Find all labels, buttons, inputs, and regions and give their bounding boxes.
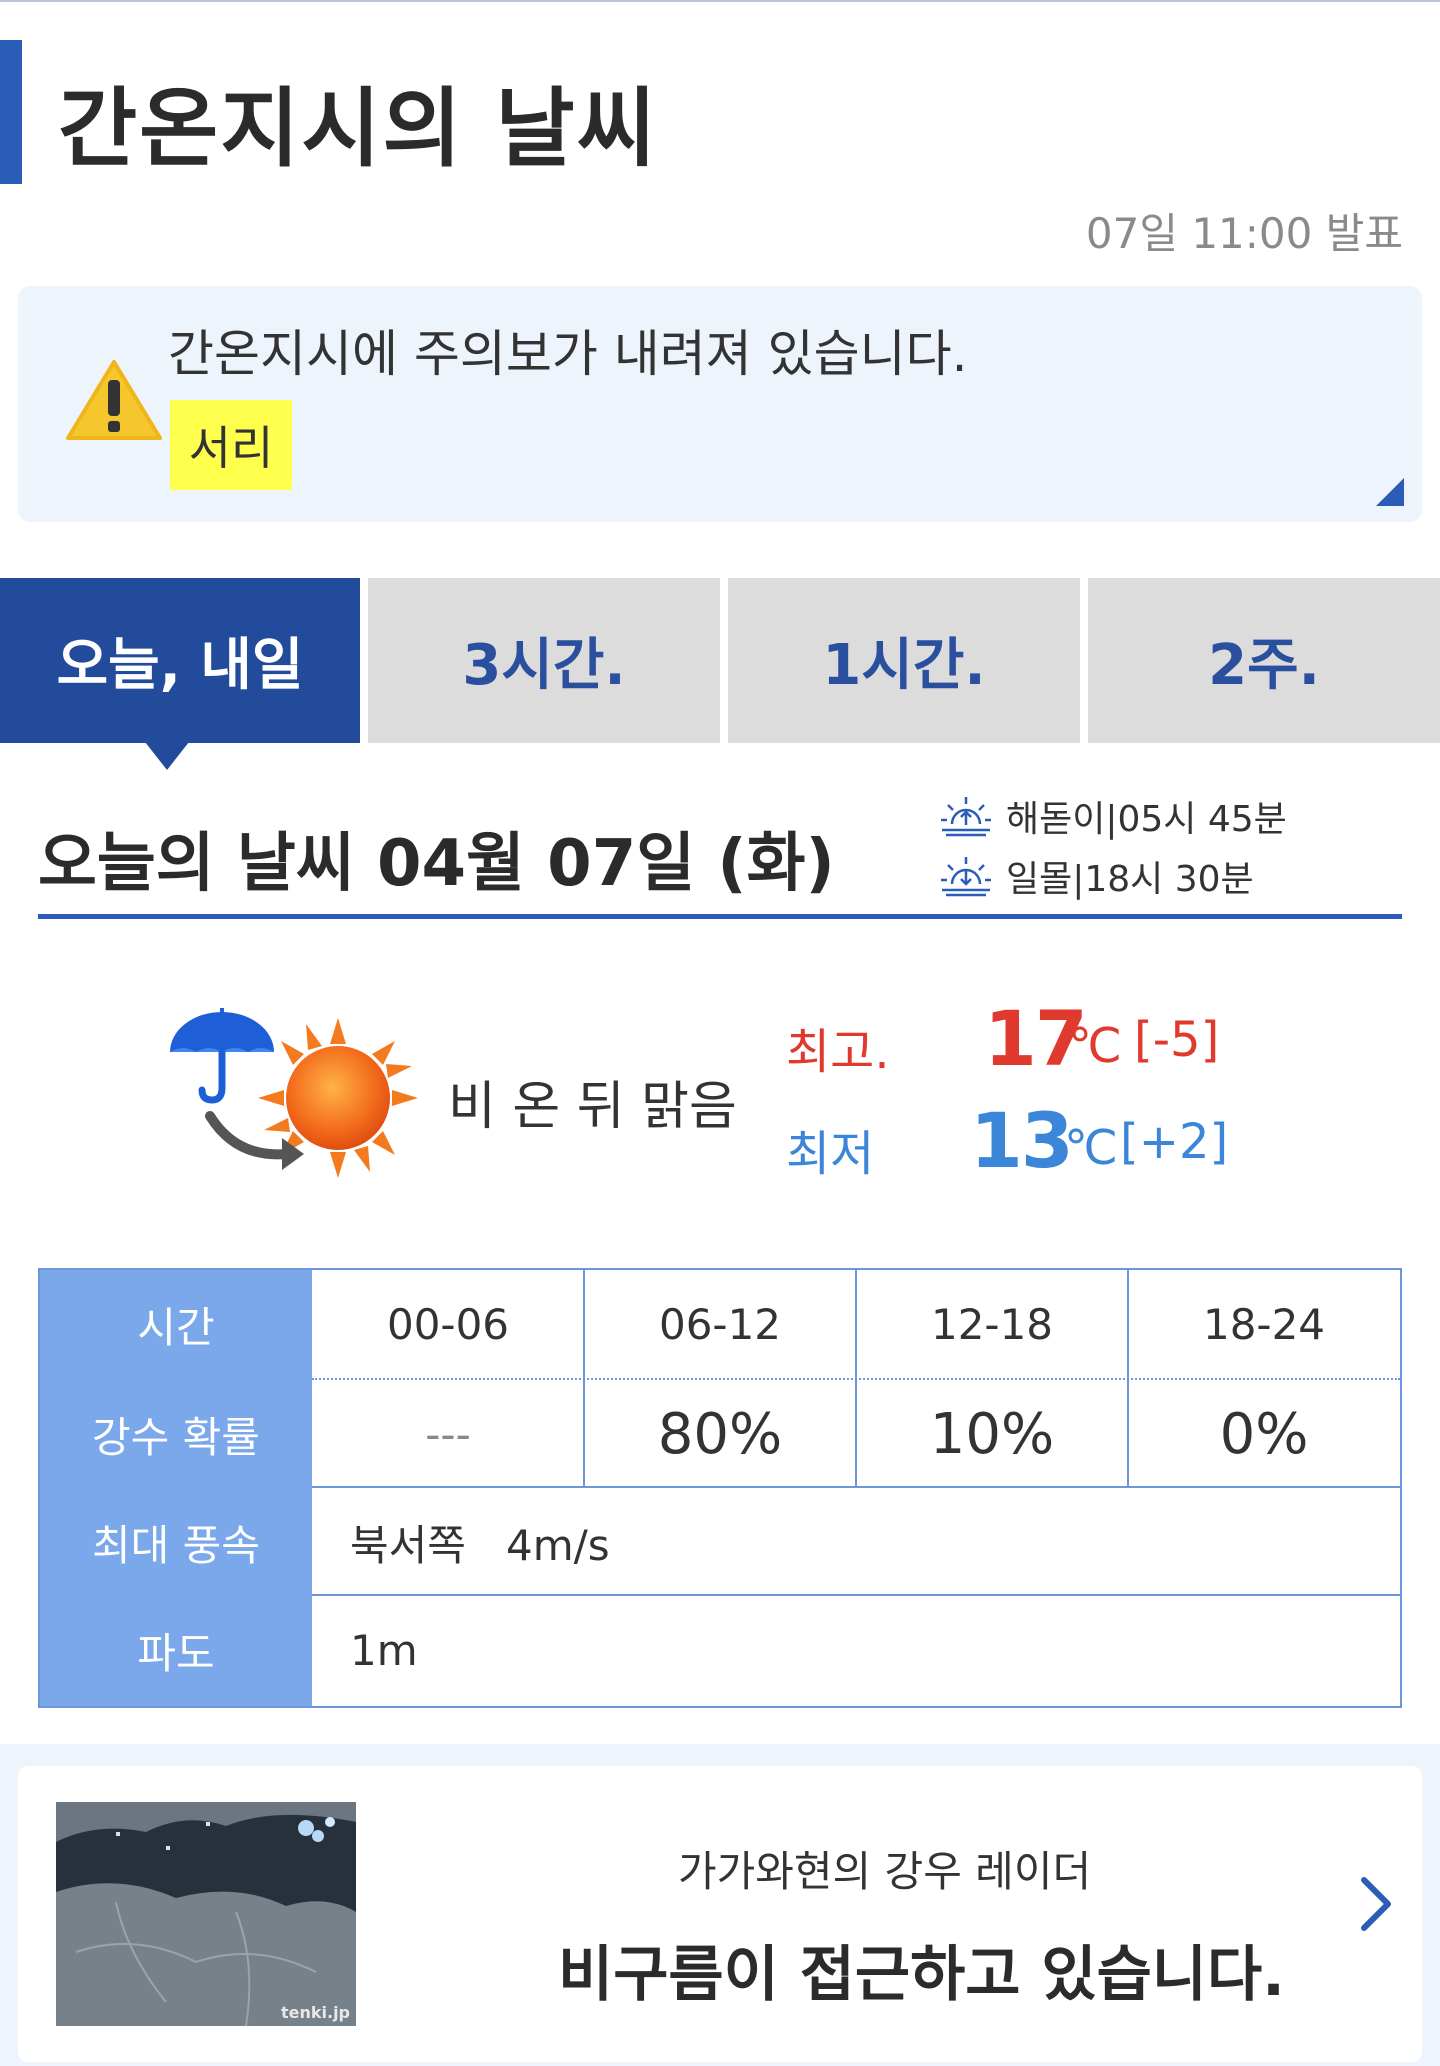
active-tab-pointer <box>145 742 189 770</box>
high-temp-diff: [-5] <box>1134 1012 1220 1068</box>
row-divider <box>312 1594 1400 1596</box>
rain-then-sunny-icon <box>170 1008 418 1178</box>
precip-cell: --- <box>425 1409 471 1459</box>
sunset-text: 일몰|18시 30분 <box>1006 859 1254 900</box>
header-wind: 최대 풍속 <box>92 1520 260 1570</box>
header-time: 시간 <box>137 1302 215 1352</box>
high-temp-unit: ℃ <box>1068 1018 1122 1074</box>
sunrise-text: 해돋이|05시 45분 <box>1006 799 1287 840</box>
weather-description: 비 온 뒤 맑음 <box>448 1077 737 1137</box>
forecast-tabs: 오늘, 내일 3시간. 1시간. 2주. <box>0 578 1440 743</box>
tab-2-week[interactable]: 2주. <box>1088 578 1440 743</box>
radar-card[interactable]: tenki.jp 가가와현의 강우 레이더 비구름이 접근하고 있습니다. <box>18 1766 1422 2062</box>
table-header-column: 시간 강수 확률 최대 풍속 파도 <box>40 1270 312 1706</box>
sunset-icon <box>941 857 991 897</box>
chevron-right-icon[interactable] <box>1356 1874 1396 1934</box>
precip-cell: 80% <box>657 1401 783 1467</box>
time-cell: 12-18 <box>930 1299 1054 1349</box>
col-divider <box>583 1270 585 1486</box>
low-temp-unit: ℃ <box>1064 1120 1118 1176</box>
col-divider <box>855 1270 857 1486</box>
low-temp-diff: [+2] <box>1120 1114 1229 1170</box>
radar-map-thumbnail: tenki.jp <box>56 1802 356 2026</box>
radar-message: 비구름이 접근하고 있습니다. <box>558 1940 1285 2010</box>
row-divider <box>312 1486 1400 1488</box>
radar-subtitle: 가가와현의 강우 레이더 <box>678 1847 1092 1896</box>
forecast-table: 시간 강수 확률 최대 풍속 파도 00-06 06-12 12-18 18-2… <box>38 1268 1402 1708</box>
sunrise-icon <box>941 797 991 837</box>
heading-underline <box>38 914 1402 919</box>
sunset-row: 일몰|18시 30분 <box>940 850 1254 902</box>
tab-3-hour[interactable]: 3시간. <box>368 578 720 743</box>
announce-time: 07일 11:00 발표 <box>1085 209 1403 258</box>
title-accent-bar <box>0 40 22 184</box>
tab-today-tomorrow[interactable]: 오늘, 내일 <box>0 578 360 743</box>
low-temp-value: 13 <box>970 1096 1074 1185</box>
tab-1-hour[interactable]: 1시간. <box>728 578 1080 743</box>
time-cell: 18-24 <box>1202 1299 1326 1349</box>
page-title: 간온지시의 날씨 <box>58 79 658 179</box>
radar-map-image <box>56 1802 356 2026</box>
high-temp-label: 최고. <box>786 1024 890 1080</box>
tenki-watermark: tenki.jp <box>280 2003 350 2022</box>
wind-cell: 북서쪽 4m/s <box>350 1520 610 1570</box>
warning-icon <box>66 360 162 440</box>
time-cell: 00-06 <box>386 1299 510 1349</box>
today-heading: 오늘의 날씨 04월 07일 (화) <box>38 827 835 901</box>
top-divider <box>0 0 1440 2</box>
header-precip: 강수 확률 <box>92 1412 260 1462</box>
expand-corner-icon[interactable] <box>1376 478 1404 506</box>
warning-badge-frost: 서리 <box>170 400 292 490</box>
warning-message: 간온지시에 주의보가 내려져 있습니다. <box>168 325 968 383</box>
precip-cell: 10% <box>929 1401 1055 1467</box>
warning-panel[interactable]: 간온지시에 주의보가 내려져 있습니다. 서리 <box>18 286 1422 522</box>
header-wave: 파도 <box>137 1628 215 1678</box>
sunrise-row: 해돋이|05시 45분 <box>940 790 1287 842</box>
low-temp-label: 최저 <box>786 1126 875 1182</box>
col-divider <box>1127 1270 1129 1486</box>
wave-cell: 1m <box>350 1625 418 1675</box>
time-cell: 06-12 <box>658 1299 782 1349</box>
precip-cell: 0% <box>1219 1401 1309 1467</box>
